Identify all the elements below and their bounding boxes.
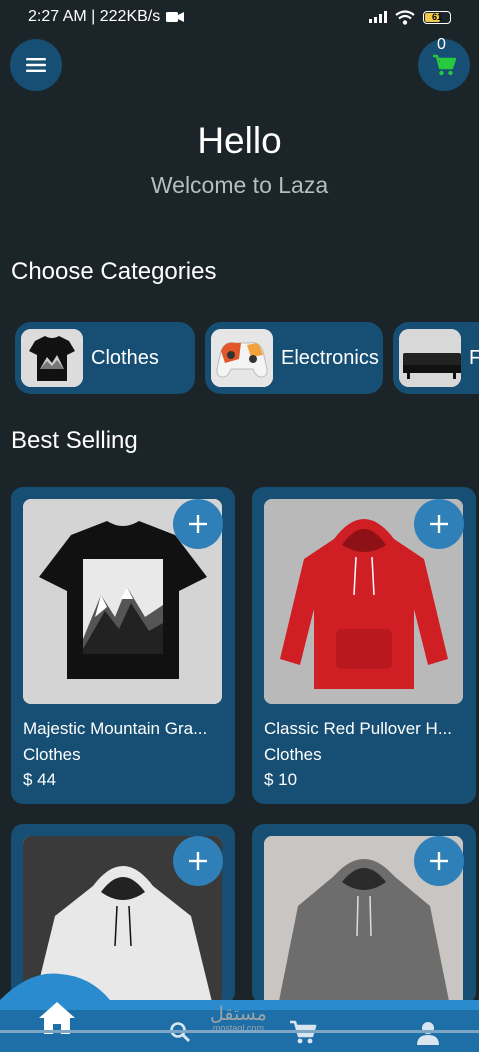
- cart-count-badge: 0: [437, 36, 446, 53]
- category-clothes[interactable]: Clothes: [15, 322, 195, 394]
- product-category: Clothes: [264, 745, 322, 764]
- nav-profile[interactable]: [416, 1020, 440, 1046]
- plus-icon: [189, 852, 207, 870]
- add-to-cart-button[interactable]: [414, 836, 464, 886]
- add-to-cart-button[interactable]: [173, 499, 223, 549]
- product-card[interactable]: Classic Red Pullover H... Clothes $ 10: [252, 487, 476, 804]
- menu-button[interactable]: [10, 39, 62, 91]
- wifi-icon: [395, 9, 415, 25]
- home-indicator-bar: [0, 1030, 479, 1033]
- battery-icon: 61: [423, 10, 451, 24]
- add-to-cart-button[interactable]: [173, 836, 223, 886]
- game-controller-thumbnail-icon: [211, 329, 273, 387]
- product-name: Classic Red Pullover H...: [264, 719, 453, 738]
- best-selling-heading: Best Selling: [11, 427, 138, 454]
- product-card[interactable]: Majestic Mountain Gra... Clothes $ 44: [11, 487, 235, 804]
- shopping-cart-icon: [433, 54, 456, 76]
- product-price: $ 10: [264, 770, 298, 789]
- profile-icon: [417, 1022, 439, 1045]
- status-left: 2:27 AM | 222KB/s: [28, 8, 185, 26]
- category-label: Clothes: [91, 346, 159, 369]
- plus-icon: [430, 515, 448, 533]
- category-furniture[interactable]: F: [393, 322, 479, 394]
- product-name: Majestic Mountain Gra...: [23, 719, 208, 738]
- battery-level: 61: [431, 12, 442, 22]
- greeting-subtitle: Welcome to Laza: [150, 172, 329, 198]
- category-label: Electronics: [281, 346, 379, 369]
- tshirt-thumbnail-icon: [21, 329, 83, 387]
- video-camera-icon: [166, 12, 185, 22]
- greeting-title: Hello: [197, 120, 282, 161]
- hamburger-menu-icon: [26, 58, 46, 72]
- product-price: $ 44: [23, 770, 57, 789]
- plus-icon: [189, 515, 207, 533]
- watermark-arabic: مستقل: [210, 1003, 267, 1025]
- plus-icon: [430, 852, 448, 870]
- add-to-cart-button[interactable]: [414, 499, 464, 549]
- watermark: مستقل mostaql.com: [210, 1003, 267, 1033]
- status-right: 61: [369, 9, 451, 25]
- sofa-thumbnail-icon: [399, 329, 461, 387]
- category-electronics[interactable]: Electronics: [205, 322, 383, 394]
- category-label: F: [469, 346, 479, 369]
- product-category: Clothes: [23, 745, 81, 764]
- signal-icon: [369, 11, 387, 23]
- status-time: 2:27 AM | 222KB/s: [28, 8, 161, 25]
- status-bar: 2:27 AM | 222KB/s 61: [0, 0, 479, 34]
- categories-heading: Choose Categories: [11, 258, 217, 285]
